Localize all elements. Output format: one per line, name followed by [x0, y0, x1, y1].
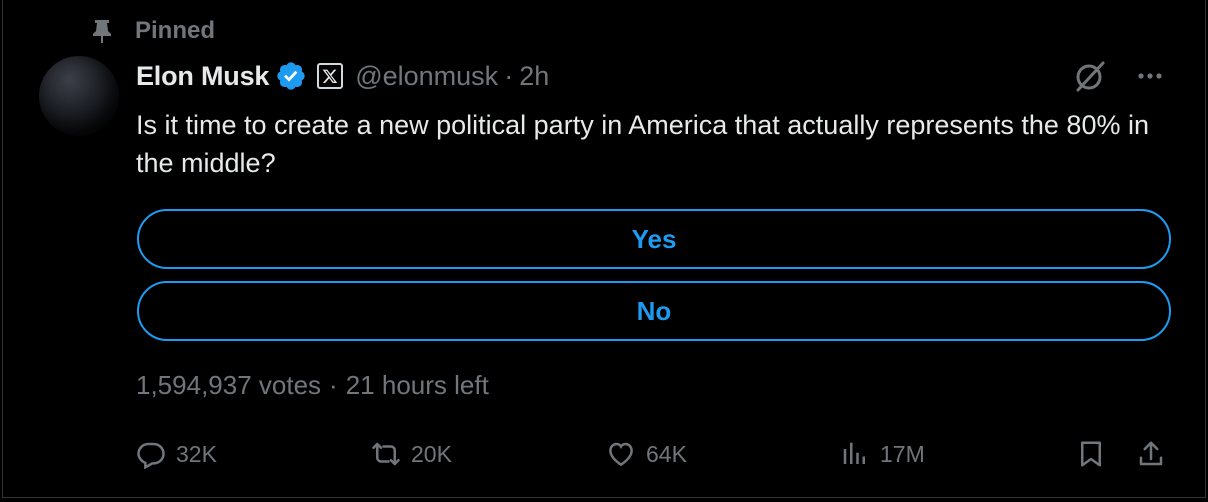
poll-option-no[interactable]: No	[137, 281, 1171, 341]
author-name[interactable]: Elon Musk	[136, 61, 269, 92]
author-handle[interactable]: @elonmusk	[355, 61, 498, 92]
verified-badge-icon[interactable]	[275, 60, 307, 92]
poll-meta: 1,594,937 votes · 21 hours left	[136, 370, 489, 401]
pinned-indicator: Pinned	[91, 16, 215, 46]
pin-icon	[93, 20, 111, 43]
bookmark-icon	[1081, 441, 1101, 467]
share-icon	[1139, 441, 1163, 466]
reply-button[interactable]: 32K	[136, 436, 217, 472]
reply-count: 32K	[176, 440, 217, 467]
tweet-time[interactable]: 2h	[519, 61, 549, 92]
tweet-text: Is it time to create a new political par…	[136, 110, 1149, 178]
poll-time-left: 21 hours left	[345, 370, 489, 400]
like-icon	[609, 442, 633, 467]
like-count: 64K	[646, 440, 687, 467]
poll-option-yes[interactable]: Yes	[137, 209, 1171, 269]
share-button[interactable]	[1136, 436, 1166, 472]
views-icon	[843, 442, 865, 464]
bookmark-button[interactable]	[1076, 436, 1106, 472]
retweet-icon	[372, 442, 400, 466]
grok-icon[interactable]	[1073, 59, 1107, 93]
tweet-header: Elon Musk @elonmusk · 2h	[136, 58, 1165, 94]
poll-votes: 1,594,937 votes	[136, 370, 322, 400]
header-separator: ·	[504, 60, 514, 91]
more-icon[interactable]	[1135, 61, 1165, 91]
header-actions	[1073, 58, 1165, 94]
retweet-count: 20K	[411, 440, 452, 467]
retweet-button[interactable]: 20K	[371, 436, 452, 472]
x-affiliate-badge[interactable]	[317, 63, 344, 89]
tweet-card[interactable]: Pinned Elon Musk @elonmusk · 2h Is it ti…	[2, 0, 1206, 498]
views-button[interactable]: 17M	[840, 436, 925, 472]
x-logo-icon	[322, 69, 338, 83]
avatar[interactable]	[39, 56, 119, 136]
like-button[interactable]: 64K	[606, 436, 687, 472]
reply-icon	[137, 442, 165, 469]
poll-separator: ·	[329, 370, 338, 400]
pinned-label: Pinned	[135, 17, 216, 44]
action-bar: 32K 20K 64K 17M	[136, 436, 1172, 472]
views-count: 17M	[880, 440, 925, 467]
